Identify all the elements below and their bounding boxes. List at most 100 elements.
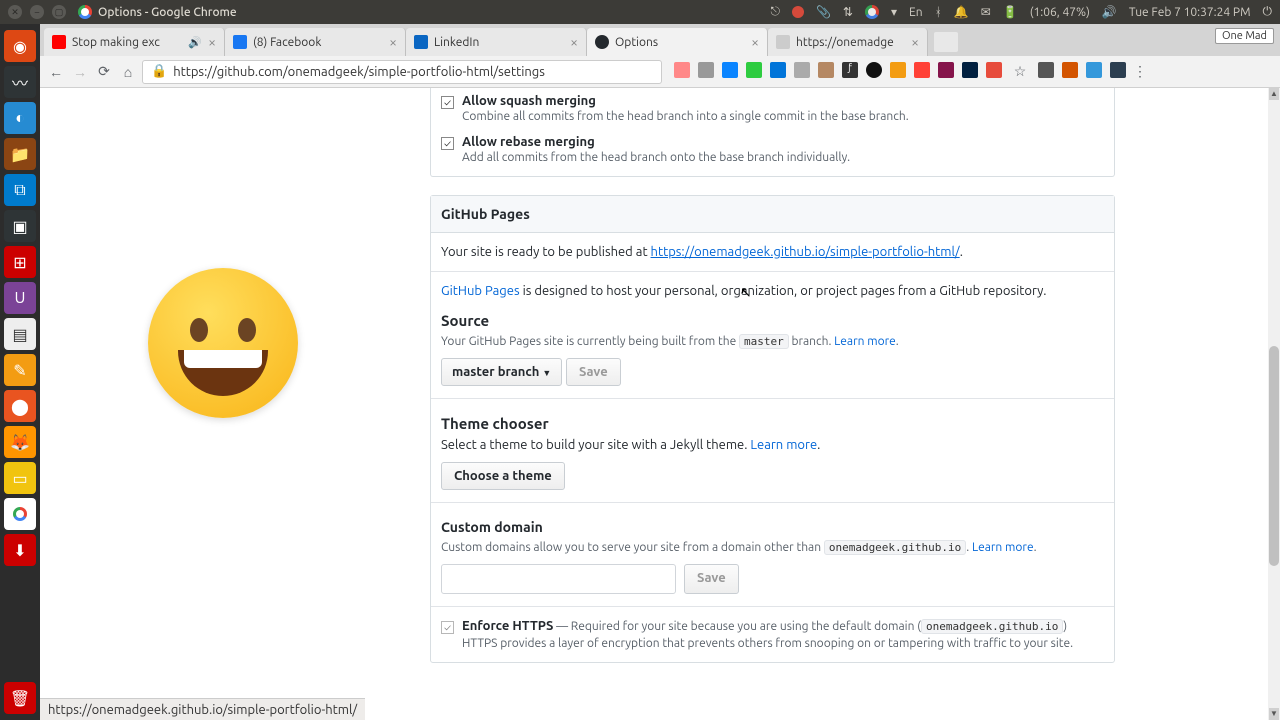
wifi-icon[interactable]: ▾ — [891, 5, 897, 19]
ext-icon[interactable] — [866, 62, 882, 78]
menu-icon[interactable]: ⋮ — [1130, 62, 1150, 82]
ext-icon[interactable] — [818, 62, 834, 78]
learn-more-link[interactable]: Learn more — [834, 335, 896, 348]
ext-icon[interactable] — [1038, 62, 1054, 78]
squash-checkbox[interactable] — [441, 96, 454, 109]
color-picker-icon[interactable]: ✎ — [4, 354, 36, 386]
bluetooth-icon[interactable]: ᚼ — [935, 6, 942, 19]
bookmark-star-icon[interactable]: ☆ — [1010, 62, 1030, 82]
tab-onemad[interactable]: https://onemadge × — [768, 28, 928, 56]
ext-icon[interactable] — [1110, 62, 1126, 78]
close-tab-icon[interactable]: × — [570, 34, 578, 50]
chrome-launcher-icon[interactable] — [4, 498, 36, 530]
ext-icon[interactable] — [1086, 62, 1102, 78]
branch-select[interactable]: master branch▼ — [441, 358, 562, 386]
back-button[interactable]: ← — [46, 62, 66, 82]
domain-desc: Custom domains allow you to serve your s… — [441, 541, 1104, 554]
learn-more-link[interactable]: Learn more — [972, 541, 1034, 554]
lock-icon: 🔒 — [151, 64, 167, 79]
power-icon[interactable]: ⏻ — [1263, 5, 1273, 19]
forward-button: → — [70, 62, 90, 82]
address-bar[interactable]: 🔒 https://github.com/onemadgeek/simple-p… — [142, 60, 662, 84]
screenshot-icon[interactable]: ⊞ — [4, 246, 36, 278]
close-tab-icon[interactable]: × — [389, 34, 397, 50]
ext-icon[interactable] — [938, 62, 954, 78]
scroll-up-icon[interactable]: ▲ — [1269, 88, 1279, 100]
pages-header: GitHub Pages — [431, 196, 1114, 233]
https-checkbox — [441, 621, 454, 634]
https-section: Enforce HTTPS — Required for your site b… — [431, 607, 1114, 662]
ubuntu-one-icon[interactable]: U — [4, 282, 36, 314]
onemad-badge[interactable]: One Mad — [1215, 28, 1274, 44]
close-tab-icon[interactable]: × — [911, 34, 919, 50]
https-label: Enforce HTTPS — [462, 619, 553, 633]
location-icon[interactable]: ⎋ — [770, 5, 780, 19]
terminal-icon[interactable]: ▣ — [4, 210, 36, 242]
ext-icon[interactable] — [746, 62, 762, 78]
domain-title: Custom domain — [441, 519, 1104, 535]
rebase-checkbox[interactable] — [441, 137, 454, 150]
scroll-down-icon[interactable]: ▼ — [1269, 708, 1279, 720]
emoji-smiley-overlay — [148, 268, 298, 418]
ext-icon[interactable] — [698, 62, 714, 78]
files-icon[interactable]: 📁 — [4, 138, 36, 170]
record-icon[interactable] — [792, 6, 804, 18]
new-tab-button[interactable] — [934, 32, 958, 52]
close-window-icon[interactable]: ✕ — [8, 5, 22, 19]
app3-icon[interactable]: ⬇ — [4, 534, 36, 566]
app-icon[interactable]: ◐ — [4, 102, 36, 134]
pages-ready-section: Your site is ready to be published at ht… — [431, 233, 1114, 272]
pages-url-link[interactable]: https://onemadgeek.github.io/simple-port… — [651, 245, 960, 259]
battery-icon[interactable]: 🔋 — [1003, 5, 1018, 19]
close-tab-icon[interactable]: × — [751, 34, 759, 50]
audio-icon[interactable]: 🔊 — [188, 36, 202, 49]
tab-options[interactable]: Options × — [587, 28, 768, 56]
close-tab-icon[interactable]: × — [208, 34, 216, 50]
ext-icon[interactable] — [794, 62, 810, 78]
ext-icon[interactable] — [914, 62, 930, 78]
trash-icon[interactable]: 🗑 — [4, 682, 36, 714]
custom-domain-section: Custom domain Custom domains allow you t… — [431, 503, 1114, 607]
tab-linkedin[interactable]: LinkedIn × — [406, 28, 587, 56]
battery-text: (1:06, 47%) — [1030, 6, 1090, 19]
volume-icon[interactable]: 🔊 — [1102, 5, 1117, 19]
scrollbar[interactable]: ▲ ▼ — [1268, 88, 1280, 720]
notification-icon[interactable]: 🔔 — [954, 5, 969, 19]
chrome-tray-icon[interactable] — [865, 5, 879, 19]
pages-source-section: GitHub Pages is designed to host your pe… — [431, 272, 1114, 399]
ext-icon[interactable] — [722, 62, 738, 78]
firefox-icon[interactable]: 🦊 — [4, 426, 36, 458]
home-button[interactable]: ⌂ — [118, 62, 138, 82]
ext-icon[interactable]: ƒ — [842, 62, 858, 78]
notes-icon[interactable]: ▭ — [4, 462, 36, 494]
tab-youtube[interactable]: Stop making exc 🔊 × — [44, 28, 225, 56]
tab-facebook[interactable]: (8) Facebook × — [225, 28, 406, 56]
pages-link[interactable]: GitHub Pages — [441, 284, 520, 298]
vscode-icon[interactable]: ⧉ — [4, 174, 36, 206]
ext-icon[interactable] — [962, 62, 978, 78]
status-url: https://onemadgeek.github.io/simple-port… — [48, 703, 357, 717]
ext-icon[interactable] — [1062, 62, 1078, 78]
github-pages-box: GitHub Pages Your site is ready to be pu… — [430, 195, 1115, 663]
tab-strip: Stop making exc 🔊 × (8) Facebook × Linke… — [40, 24, 1280, 56]
sysmon-icon[interactable]: 〰 — [4, 66, 36, 98]
maximize-window-icon[interactable]: ▢ — [52, 5, 66, 19]
dash-icon[interactable]: ◉ — [4, 30, 36, 62]
text-editor-icon[interactable]: ▤ — [4, 318, 36, 350]
custom-domain-input[interactable] — [441, 564, 676, 594]
mail-icon[interactable]: ✉ — [981, 5, 991, 19]
app2-icon[interactable]: ⬤ — [4, 390, 36, 422]
attach-icon[interactable]: 📎 — [816, 5, 831, 19]
ext-icon[interactable] — [674, 62, 690, 78]
choose-theme-button[interactable]: Choose a theme — [441, 462, 565, 490]
reload-button[interactable]: ⟳ — [94, 62, 114, 82]
browser-toolbar: ← → ⟳ ⌂ 🔒 https://github.com/onemadgeek/… — [40, 56, 1280, 88]
ext-icon[interactable] — [770, 62, 786, 78]
ext-icon[interactable] — [986, 62, 1002, 78]
ext-icon[interactable] — [890, 62, 906, 78]
learn-more-link[interactable]: Learn more — [750, 438, 817, 452]
scroll-thumb[interactable] — [1269, 346, 1279, 566]
minimize-window-icon[interactable]: – — [30, 5, 44, 19]
keyboard-icon[interactable]: En — [909, 6, 923, 19]
sync-icon[interactable]: ⇅ — [843, 5, 853, 19]
